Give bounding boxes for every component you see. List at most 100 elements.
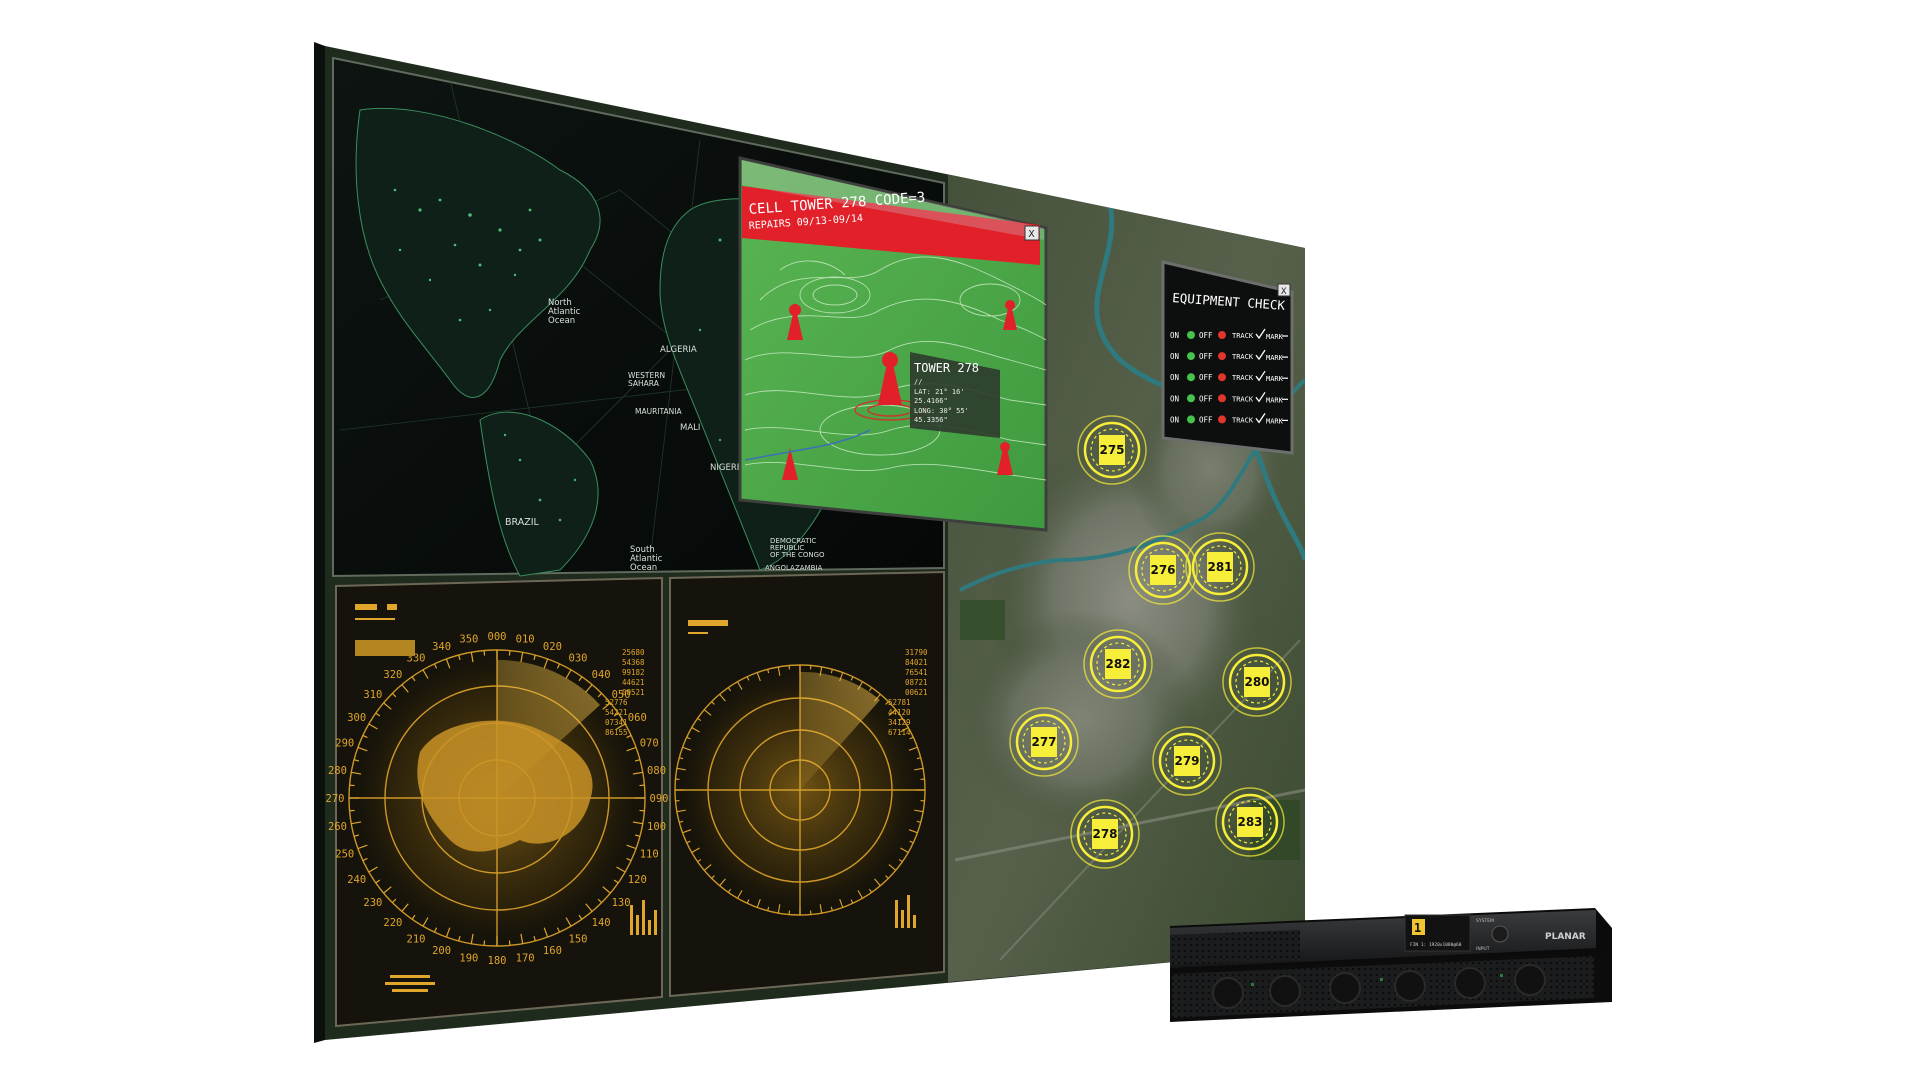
- radar-degree-label: 160: [543, 945, 562, 957]
- off-indicator-icon[interactable]: [1218, 394, 1226, 403]
- off-label: OFF: [1199, 415, 1213, 424]
- radar-degree-label: 040: [592, 669, 611, 681]
- tower-info-line: 45.3356": [914, 416, 948, 424]
- radar-degree-label: 190: [459, 953, 478, 965]
- radar-readout: 34129: [888, 718, 911, 727]
- mark-label: MARK: [1266, 333, 1284, 341]
- led-wall: North Atlantic Ocean South Atlantic Ocean BR…: [314, 42, 1305, 1043]
- mark-label: MARK: [1266, 375, 1284, 383]
- radar-readout: 76541: [905, 668, 928, 677]
- radar-degree-label: 210: [407, 933, 426, 945]
- radar-readout: 44621: [622, 678, 645, 687]
- radar-degree-label: 020: [543, 641, 562, 653]
- radar-degree-label: 230: [363, 897, 382, 909]
- brand-logo: PLANAR: [1545, 932, 1586, 942]
- label-bottom: INPUT: [1476, 946, 1490, 952]
- radar-readout: 67114: [888, 728, 911, 737]
- off-label: OFF: [1199, 352, 1213, 361]
- track-label: TRACK: [1232, 416, 1254, 424]
- off-label: OFF: [1199, 331, 1213, 340]
- radar-degree-label: 290: [335, 738, 354, 750]
- on-indicator-icon[interactable]: [1187, 394, 1195, 403]
- radar-readout: 00621: [905, 688, 928, 697]
- radar-readout: 52776: [605, 698, 628, 707]
- track-label: TRACK: [1232, 353, 1254, 361]
- off-indicator-icon[interactable]: [1218, 415, 1226, 424]
- off-indicator-icon[interactable]: [1218, 352, 1226, 361]
- track-label: TRACK: [1232, 332, 1254, 340]
- tower-info-line: LONG: 30° 55': [914, 407, 969, 415]
- radar-degree-label: 270: [326, 793, 345, 805]
- tower-info-line: 25.4166": [914, 397, 948, 405]
- radar-degree-label: 100: [647, 821, 666, 833]
- radar-readout: 44120: [888, 708, 911, 717]
- off-indicator-icon[interactable]: [1218, 331, 1226, 339]
- map-label: MAURITANIA: [635, 407, 682, 416]
- radar-degree-label: 300: [347, 712, 366, 724]
- map-label: ZAMBIA: [795, 564, 822, 572]
- display-number: 1: [1414, 921, 1421, 935]
- close-icon: X: [1281, 287, 1287, 297]
- mark-label: MARK: [1266, 417, 1284, 425]
- display-text: FIN 1: 1920x1080@60: [1410, 942, 1462, 948]
- close-icon: X: [1029, 229, 1035, 240]
- tower-info-line: LAT: 21° 16': [914, 388, 965, 396]
- off-label: OFF: [1199, 373, 1213, 382]
- map-label: BRAZIL: [505, 517, 540, 528]
- off-label: OFF: [1199, 394, 1213, 403]
- radar-degree-label: 240: [347, 874, 366, 886]
- on-indicator-icon[interactable]: [1187, 352, 1195, 361]
- radar-degree-label: 060: [628, 712, 647, 724]
- radar-readout: 31790: [905, 648, 928, 657]
- radar-degree-label: 200: [432, 945, 451, 957]
- radar-degree-label: 310: [363, 689, 382, 701]
- radar-degree-label: 120: [628, 874, 647, 886]
- radar-degree-label: 250: [335, 848, 354, 860]
- on-label: ON: [1170, 331, 1179, 340]
- radar-readout: 84021: [905, 658, 928, 667]
- radar-readout: 54221: [605, 708, 628, 717]
- track-label: TRACK: [1232, 395, 1254, 403]
- radar-degree-label: 280: [328, 765, 347, 777]
- radar-degree-label: 350: [459, 633, 478, 645]
- mark-label: MARK: [1266, 354, 1284, 362]
- tower-info-name: TOWER 278: [914, 361, 979, 375]
- tower-marker-label: 283: [1237, 815, 1262, 829]
- track-label: TRACK: [1232, 374, 1254, 382]
- radar-readout: 25680: [622, 648, 645, 657]
- on-indicator-icon[interactable]: [1187, 331, 1195, 339]
- radar-degree-label: 320: [383, 669, 402, 681]
- radar-degree-label: 220: [383, 917, 402, 929]
- label-top: SYSTEM: [1476, 918, 1494, 924]
- radar-degree-label: 170: [516, 953, 535, 965]
- radar-degree-label: 080: [647, 765, 666, 777]
- radar-readout: 86155: [605, 728, 628, 737]
- equipment-check-popup[interactable]: EQUIPMENT CHECK X ON OFF TRACK MARKON OFF TRA…: [1161, 260, 1294, 455]
- on-label: ON: [1170, 373, 1179, 382]
- on-indicator-icon[interactable]: [1187, 373, 1195, 382]
- radar-degree-label: 340: [432, 641, 451, 653]
- radar-degree-label: 260: [328, 821, 347, 833]
- video-wall-scene: North Atlantic Ocean South Atlantic Ocean BR…: [314, 42, 1612, 1043]
- on-label: ON: [1170, 415, 1179, 424]
- radar-degree-label: 090: [650, 793, 669, 805]
- off-indicator-icon[interactable]: [1218, 373, 1226, 382]
- on-label: ON: [1170, 352, 1179, 361]
- radar-degree-label: 130: [612, 897, 631, 909]
- radar-readout: 07341: [605, 718, 628, 727]
- radar-readout: 99182: [622, 668, 645, 677]
- radar-degree-label: 150: [569, 933, 588, 945]
- tower-marker-label: 275: [1099, 443, 1124, 457]
- on-indicator-icon[interactable]: [1187, 415, 1195, 424]
- dpad-button[interactable]: [1491, 925, 1509, 943]
- tower-marker-label: 276: [1150, 563, 1175, 577]
- radar-readout: 08721: [905, 678, 928, 687]
- radar-degree-label: 030: [569, 653, 588, 665]
- radar-readout: 09521: [622, 688, 645, 697]
- radar-readout: 52781: [888, 698, 911, 707]
- radar-degree-label: 070: [640, 738, 659, 750]
- mark-label: MARK: [1266, 396, 1284, 404]
- radar-degree-label: 140: [592, 917, 611, 929]
- radar-degree-label: 010: [516, 633, 535, 645]
- radar-degree-label: 110: [640, 848, 659, 860]
